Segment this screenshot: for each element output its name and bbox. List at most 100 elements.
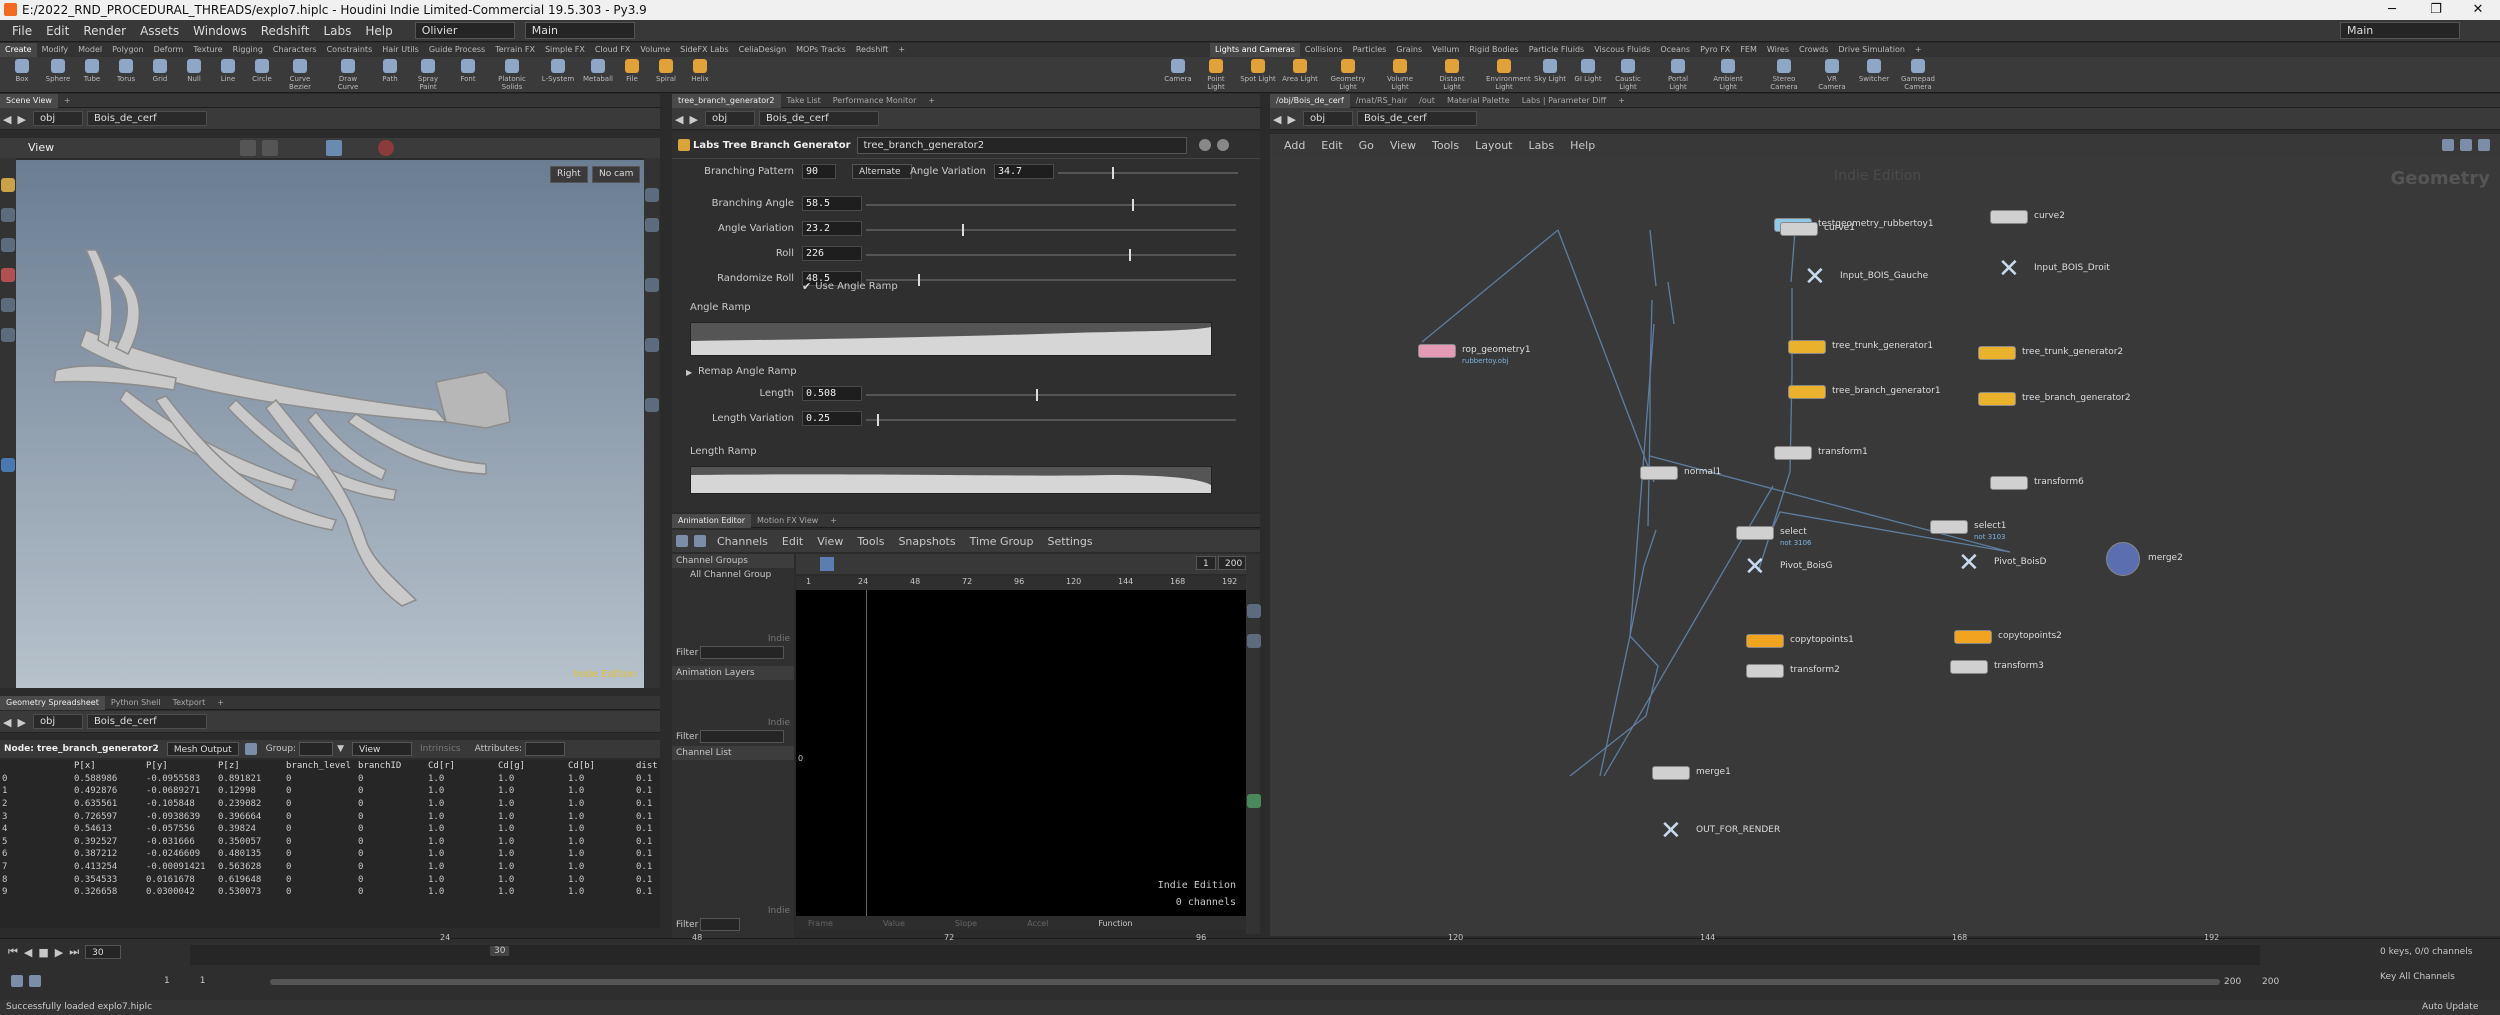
column-header[interactable]: P[x] bbox=[72, 760, 144, 773]
tool-sphere[interactable]: Sphere bbox=[40, 59, 76, 83]
network-canvas[interactable]: Indie Edition Geometry testgeometry_rubb… bbox=[1270, 156, 2500, 936]
tool-l-system[interactable]: L-System bbox=[540, 59, 576, 83]
tool-spray-paint[interactable]: Spray Paint bbox=[410, 59, 446, 91]
angle-variation-top-slider[interactable] bbox=[1058, 167, 1238, 179]
column-header[interactable]: P[y] bbox=[144, 760, 216, 773]
menu-layout[interactable]: Layout bbox=[1475, 139, 1512, 152]
right-desktop-select[interactable]: Main bbox=[2340, 22, 2460, 39]
tab-out[interactable]: /out bbox=[1413, 94, 1441, 108]
table-row[interactable]: 3 0.726597 -0.0938639 0.396664 0 0 1.0 1.0 1.0 0.… bbox=[0, 810, 660, 823]
tool-platonic-solids[interactable]: Platonic Solids bbox=[494, 59, 530, 91]
path-node[interactable]: Bois_de_cerf bbox=[758, 111, 879, 126]
path-obj[interactable]: obj bbox=[1302, 111, 1353, 126]
shelf-tab[interactable]: Cloud FX bbox=[590, 43, 635, 57]
range-end-field[interactable]: 200 bbox=[1218, 556, 1246, 570]
tool-spot-light[interactable]: Spot Light bbox=[1240, 59, 1276, 83]
display-options-icon[interactable] bbox=[326, 140, 342, 156]
step-back-icon[interactable]: ◀ bbox=[24, 946, 32, 959]
tool-ambient-light[interactable]: Ambient Light bbox=[1710, 59, 1746, 91]
spreadsheet-table-area[interactable]: P[x] P[y] P[z] branch_level branchID Cd[… bbox=[0, 760, 660, 928]
shelf-tab[interactable]: Crowds bbox=[1794, 43, 1833, 57]
forward-arrow-icon[interactable]: ▶ bbox=[689, 113, 697, 126]
param-slider[interactable] bbox=[866, 389, 1236, 401]
tab-scene-view[interactable]: Scene View bbox=[0, 93, 58, 108]
param-field[interactable]: 226 bbox=[802, 246, 862, 261]
scene-viewport[interactable]: Right No cam Indie Edition bbox=[16, 160, 644, 688]
param-field[interactable]: 58.5 bbox=[802, 196, 862, 211]
node-name-field[interactable]: tree_branch_generator2 bbox=[856, 136, 1187, 154]
param-slider[interactable] bbox=[866, 414, 1236, 426]
tab-take-list[interactable]: Take List bbox=[781, 94, 827, 108]
shelf-tab[interactable]: Redshift bbox=[851, 43, 893, 57]
minimize-button[interactable]: ─ bbox=[2370, 0, 2414, 20]
path-obj[interactable]: obj bbox=[32, 714, 83, 729]
tool-grid[interactable]: Grid bbox=[142, 59, 178, 83]
tool-curve-bezier[interactable]: Curve Bezier bbox=[282, 59, 318, 91]
tab-material-palette[interactable]: Material Palette bbox=[1441, 94, 1516, 108]
shelf-tab[interactable]: SideFX Labs bbox=[675, 43, 734, 57]
menu-assets[interactable]: Assets bbox=[140, 24, 179, 38]
shading-icon[interactable] bbox=[645, 278, 659, 292]
add-tab-button[interactable]: + bbox=[58, 94, 77, 108]
back-arrow-icon[interactable]: ◀ bbox=[1273, 113, 1281, 126]
help-icon[interactable] bbox=[1216, 139, 1229, 151]
scale-icon[interactable] bbox=[1, 268, 15, 282]
tool-sky-light[interactable]: Sky Light bbox=[1532, 59, 1568, 83]
select-icon[interactable] bbox=[1, 178, 15, 192]
graph-area[interactable]: 0 Indie Edition 0 channels bbox=[796, 590, 1246, 916]
shelf-tab[interactable]: Guide Process bbox=[424, 43, 490, 57]
menu-render[interactable]: Render bbox=[83, 24, 126, 38]
current-frame-field[interactable]: 30 bbox=[85, 945, 122, 959]
play-icon[interactable]: ▶ bbox=[55, 946, 63, 959]
lights-icon[interactable] bbox=[645, 338, 659, 352]
range-slider[interactable] bbox=[270, 979, 2220, 985]
table-row[interactable]: 5 0.392527 -0.031666 0.350057 0 0 1.0 1.0 1.0 0.1 bbox=[0, 836, 660, 849]
add-tab-button[interactable]: + bbox=[211, 696, 230, 710]
remap-angle-ramp-label[interactable]: Remap Angle Ramp bbox=[698, 366, 797, 377]
tool-switcher[interactable]: Switcher bbox=[1856, 59, 1892, 83]
tab-geometry-spreadsheet[interactable]: Geometry Spreadsheet bbox=[0, 695, 105, 710]
menu-redshift[interactable]: Redshift bbox=[261, 24, 310, 38]
column-header[interactable]: Cd[r] bbox=[426, 760, 496, 773]
menu-windows[interactable]: Windows bbox=[193, 24, 247, 38]
tool-camera[interactable]: Camera bbox=[1160, 59, 1196, 83]
shelf-tab[interactable]: Lights and Cameras bbox=[1210, 43, 1300, 57]
tool-vr-camera[interactable]: VR Camera bbox=[1814, 59, 1850, 91]
shelf-tab[interactable]: FEM bbox=[1735, 43, 1762, 57]
forward-arrow-icon[interactable]: ▶ bbox=[17, 716, 25, 729]
tool-stereo-camera[interactable]: Stereo Camera bbox=[1766, 59, 1802, 91]
view-select[interactable]: View bbox=[352, 742, 412, 756]
tab-rs-hair[interactable]: /mat/RS_hair bbox=[1350, 94, 1413, 108]
start-frame[interactable]: 1 bbox=[164, 976, 170, 986]
menu-help[interactable]: Help bbox=[1570, 139, 1595, 152]
menu-labs[interactable]: Labs bbox=[1529, 139, 1555, 152]
shelf-tab[interactable]: Pyro FX bbox=[1695, 43, 1735, 57]
path-obj[interactable]: obj bbox=[32, 111, 83, 126]
wrench-icon[interactable] bbox=[2442, 139, 2454, 151]
shelf-tab[interactable]: Oceans bbox=[1655, 43, 1695, 57]
tab-python-shell[interactable]: Python Shell bbox=[105, 696, 167, 710]
path-node[interactable]: Bois_de_cerf bbox=[86, 111, 207, 126]
select-tool-icon[interactable] bbox=[240, 140, 256, 156]
tool-area-light[interactable]: Area Light bbox=[1282, 59, 1318, 83]
filter-field[interactable] bbox=[700, 646, 784, 659]
render-icon[interactable] bbox=[378, 140, 394, 156]
tool-environment-light[interactable]: Environment Light bbox=[1486, 59, 1531, 91]
add-shelf-tab-button[interactable]: + bbox=[1910, 43, 1927, 57]
group-field[interactable] bbox=[299, 742, 334, 756]
menu-help[interactable]: Help bbox=[365, 24, 392, 38]
add-tab-button[interactable]: + bbox=[922, 94, 941, 108]
table-row[interactable]: 9 0.326658 0.0300042 0.530073 0 0 1.0 1.0 1.0 0.1 bbox=[0, 886, 660, 899]
display-icon[interactable] bbox=[645, 188, 659, 202]
param-field[interactable]: 0.25 bbox=[802, 411, 862, 426]
shelf-tab[interactable]: Rigid Bodies bbox=[1464, 43, 1523, 57]
timeline-bar[interactable]: 24 48 72 96 120 144 168 192 30 bbox=[190, 933, 2260, 965]
filter-icon[interactable]: ▼ bbox=[337, 744, 344, 754]
grid-view-icon[interactable] bbox=[2460, 139, 2472, 151]
back-arrow-icon[interactable]: ◀ bbox=[675, 113, 683, 126]
checkbox-icon[interactable]: ✔ bbox=[802, 280, 811, 293]
tool-path[interactable]: Path bbox=[372, 59, 408, 83]
table-row[interactable]: 2 0.635561 -0.105848 0.239082 0 0 1.0 1.0 1.0 0.1 bbox=[0, 798, 660, 811]
tool-gamepad-camera[interactable]: Gamepad Camera bbox=[1900, 59, 1936, 91]
path-node[interactable]: Bois_de_cerf bbox=[86, 714, 207, 729]
